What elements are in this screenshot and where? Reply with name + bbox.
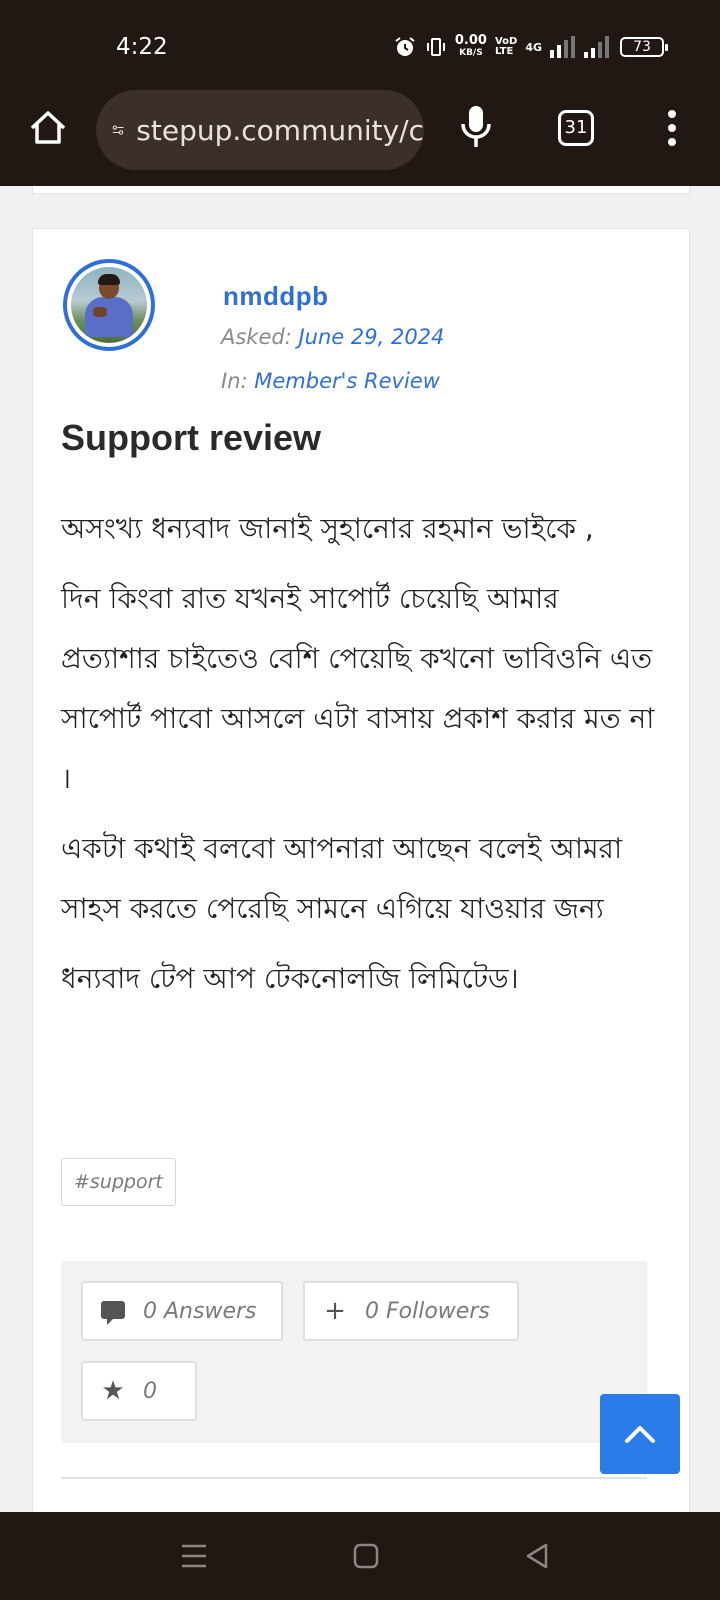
question-card: nmddpb Asked: June 29, 2024 In: Member's… bbox=[32, 228, 690, 1518]
asked-label: Asked: bbox=[221, 325, 292, 349]
question-title: Support review bbox=[61, 417, 322, 458]
author-link[interactable]: nmddpb bbox=[223, 281, 329, 312]
answers-button[interactable]: 0 Answers bbox=[81, 1281, 283, 1341]
avatar-photo bbox=[71, 267, 147, 343]
chevron-up-icon bbox=[625, 1426, 655, 1443]
navigation-bar bbox=[0, 1512, 720, 1600]
network-type: 4G bbox=[525, 40, 542, 54]
followers-button[interactable]: + 0 Followers bbox=[303, 1281, 519, 1341]
body-paragraph: একটা কথাই বলবো আপনারা আছেন বলেই আমরা সাহ… bbox=[61, 832, 623, 925]
url-text: stepup.community/c bbox=[136, 113, 424, 147]
asked-date-link[interactable]: June 29, 2024 bbox=[298, 325, 444, 349]
browser-toolbar: stepup.community/c 31 bbox=[0, 88, 720, 186]
followers-count: 0 Followers bbox=[365, 1298, 490, 1324]
comment-icon bbox=[83, 1296, 143, 1326]
volte-indicator: VoD LTE bbox=[494, 36, 518, 57]
url-bar[interactable]: stepup.community/c bbox=[96, 90, 424, 170]
battery-indicator: 73 bbox=[620, 37, 668, 57]
status-bar: 4:22 0.00 KB/S VoD LTE 4G 73 bbox=[0, 0, 720, 88]
body-paragraph: দিন কিংবা রাত যখনই সাপোর্ট চেয়েছি আমার … bbox=[61, 582, 655, 795]
star-button[interactable]: ★ 0 bbox=[81, 1361, 197, 1421]
home-icon[interactable] bbox=[26, 106, 70, 150]
tab-switcher-button[interactable]: 31 bbox=[558, 110, 594, 146]
question-stats: 0 Answers + 0 Followers ★ 0 bbox=[61, 1261, 647, 1443]
star-icon: ★ bbox=[101, 1376, 125, 1406]
category-row: In: Member's Review bbox=[221, 369, 440, 393]
alarm-icon bbox=[395, 37, 415, 56]
tag-support[interactable]: #support bbox=[61, 1158, 176, 1206]
category-link[interactable]: Member's Review bbox=[254, 369, 440, 393]
signal-2-icon bbox=[584, 36, 609, 58]
back-to-top-button[interactable] bbox=[600, 1394, 680, 1474]
previous-card-edge bbox=[32, 186, 690, 194]
more-vert-icon[interactable] bbox=[664, 108, 680, 148]
mic-icon[interactable] bbox=[458, 104, 494, 150]
body-paragraph: অসংখ্য ধন্যবাদ জানাই সুহানোর রহমান ভাইকে… bbox=[61, 512, 594, 545]
question-body: অসংখ্য ধন্যবাদ জানাই সুহানোর রহমান ভাইকে… bbox=[61, 499, 661, 1019]
asked-date-row: Asked: June 29, 2024 bbox=[221, 325, 444, 349]
home-nav-icon[interactable] bbox=[342, 1532, 390, 1580]
plus-icon: + bbox=[324, 1296, 346, 1326]
answers-count: 0 Answers bbox=[143, 1298, 257, 1324]
back-nav-icon[interactable] bbox=[514, 1532, 562, 1580]
network-speed: 0.00 KB/S bbox=[454, 33, 487, 58]
body-paragraph: ধন্যবাদ টেপ আপ টেকনোলজি লিমিটেড। bbox=[61, 962, 519, 995]
tune-icon[interactable] bbox=[112, 117, 124, 143]
in-label: In: bbox=[221, 369, 248, 393]
vibrate-icon bbox=[426, 38, 445, 56]
star-count: 0 bbox=[143, 1378, 157, 1404]
avatar[interactable] bbox=[63, 259, 155, 351]
divider bbox=[61, 1477, 647, 1479]
status-time: 4:22 bbox=[116, 34, 168, 60]
recent-apps-icon[interactable] bbox=[170, 1532, 218, 1580]
signal-1-icon bbox=[550, 36, 575, 58]
status-icons: 0.00 KB/S VoD LTE 4G 73 bbox=[393, 32, 668, 62]
